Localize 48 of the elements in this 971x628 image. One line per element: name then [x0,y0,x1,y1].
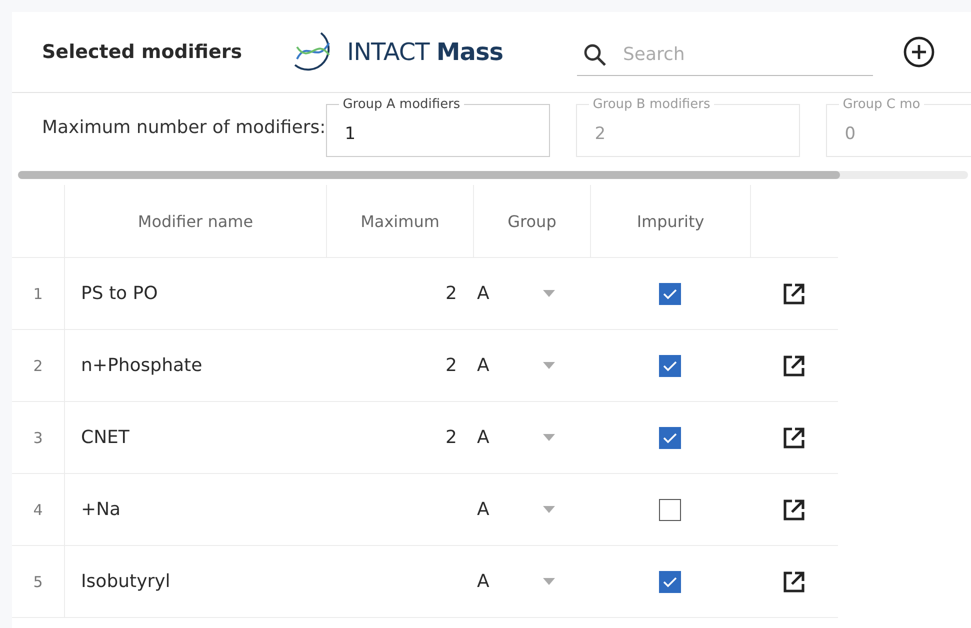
column-header: Maximum [360,212,440,230]
open-external-icon[interactable] [783,426,805,448]
logo-text: INTACT Mass [347,38,504,66]
group-select[interactable]: A [477,499,556,520]
caret-icon [543,506,556,514]
impurity-checkbox[interactable] [659,498,681,520]
table-cell: n+Phosphate [81,355,202,376]
search-icon [583,42,607,66]
group-select[interactable]: A [477,571,556,592]
column-header: Impurity [636,212,704,230]
group-select[interactable]: A [477,355,556,376]
check-icon [662,288,678,300]
column-header: Modifier name [138,212,254,230]
table-cell: 2 [446,283,457,304]
caret-icon [543,290,556,298]
table-cell: PS to PO [81,283,158,304]
check-icon [662,360,678,372]
caret-icon [543,362,556,370]
limits-label: Maximum number of modifiers: [42,116,326,138]
caret-icon [543,434,556,442]
table-cell: Isobutyryl [81,571,170,592]
row-number: 2 [33,356,43,374]
group-select[interactable]: A [477,283,556,304]
table-cell: +Na [81,499,121,520]
impurity-checkbox[interactable] [659,354,681,376]
column-header: Group [508,212,556,230]
impurity-checkbox[interactable] [659,426,681,448]
group-select[interactable]: A [477,427,556,448]
row-number: 5 [33,572,43,590]
page-title: Selected modifiers [42,41,244,63]
open-external-icon[interactable] [783,570,805,592]
table-cell: 2 [446,355,457,376]
table-cell: CNET [81,427,130,448]
impurity-checkbox[interactable] [659,570,681,592]
row-number: 4 [33,500,43,518]
search-field[interactable]: Search [577,34,873,76]
caret-icon [543,578,556,586]
open-external-icon[interactable] [783,498,805,520]
row-number: 1 [33,284,43,302]
add-button[interactable] [903,36,935,68]
open-external-icon[interactable] [783,282,805,304]
table-cell: 2 [446,427,457,448]
check-icon [662,432,678,444]
impurity-checkbox[interactable] [659,282,681,304]
open-external-icon[interactable] [783,354,805,376]
row-number: 3 [33,428,43,446]
modifier-count-field[interactable]: Group A modifiers 1 [326,97,550,157]
check-icon [662,576,678,588]
